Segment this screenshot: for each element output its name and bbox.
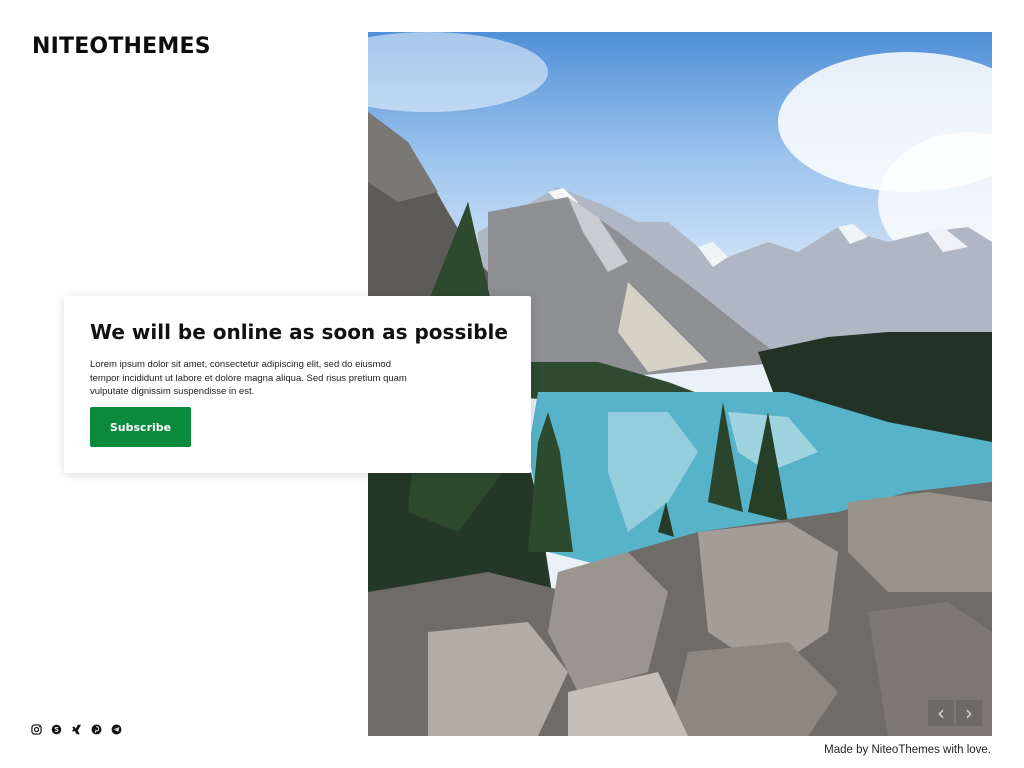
slider-next-button[interactable]: › (956, 700, 982, 726)
site-logo[interactable]: NITEOTHEMES (32, 34, 211, 59)
telegram-icon[interactable] (111, 724, 122, 735)
instagram-icon[interactable] (31, 724, 42, 735)
page-description: Lorem ipsum dolor sit amet, consectetur … (90, 359, 407, 397)
pinterest-icon[interactable] (91, 724, 102, 735)
page-title: We will be online as soon as possible (90, 320, 508, 344)
xing-icon[interactable] (71, 724, 82, 735)
notice-card: We will be online as soon as possible Lo… (64, 296, 531, 473)
footer-credit: Made by NiteoThemes with love. (824, 744, 991, 756)
chevron-right-icon: › (965, 701, 973, 725)
chevron-left-icon: ‹ (937, 701, 945, 725)
social-links (31, 724, 122, 735)
subscribe-button[interactable]: Subscribe (90, 407, 191, 447)
skype-icon[interactable] (51, 724, 62, 735)
slider-controls: ‹ › (928, 700, 982, 726)
slider-prev-button[interactable]: ‹ (928, 700, 954, 726)
